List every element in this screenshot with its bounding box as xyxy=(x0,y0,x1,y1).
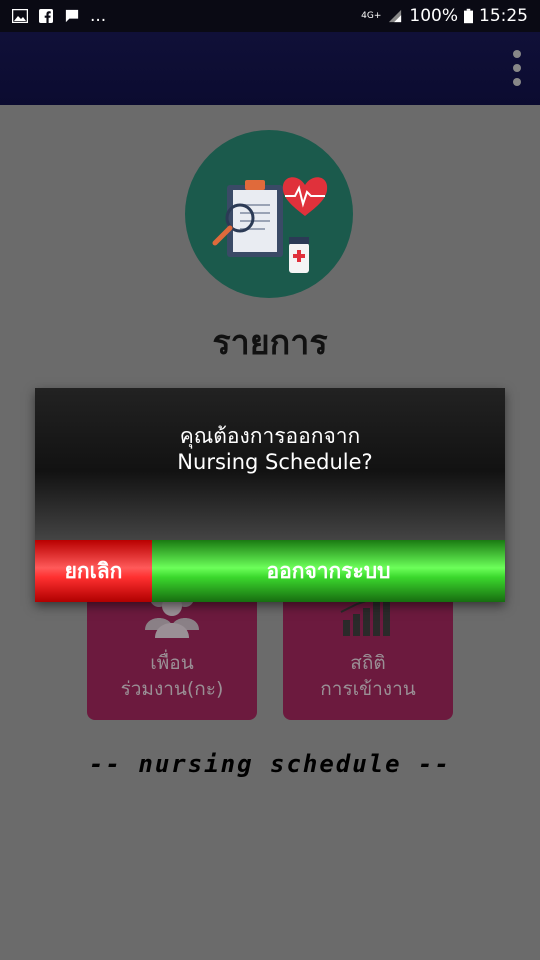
signal-icon xyxy=(389,9,402,23)
tile-label-line1: สถิติ xyxy=(350,652,386,674)
battery-icon xyxy=(464,8,473,24)
more-notifications: ... xyxy=(90,6,107,26)
status-bar: ... 4G+ 100% 15:25 xyxy=(0,0,540,32)
app-bar xyxy=(0,32,540,105)
dialog-message-line2: Nursing Schedule? xyxy=(177,450,373,474)
message-icon xyxy=(65,9,79,23)
app-logo xyxy=(185,130,353,298)
tile-label-line2: ร่วมงาน(กะ) xyxy=(120,678,224,700)
cancel-button[interactable]: ยกเลิก xyxy=(35,540,152,602)
logout-button[interactable]: ออกจากระบบ xyxy=(152,540,505,602)
overflow-menu-icon[interactable] xyxy=(512,50,522,86)
network-type: 4G+ xyxy=(361,10,382,21)
dialog-body: คุณต้องการออกจาก Nursing Schedule? xyxy=(35,388,505,540)
dialog-message-line1: คุณต้องการออกจาก xyxy=(179,424,361,448)
tile-label-line2: การเข้างาน xyxy=(320,678,416,700)
app-footer-text: -- nursing schedule -- xyxy=(89,750,451,778)
medical-clipboard-icon xyxy=(212,177,328,273)
page-title: รายการ xyxy=(212,323,328,363)
logout-confirm-dialog: คุณต้องการออกจาก Nursing Schedule? ยกเลิ… xyxy=(35,388,505,602)
battery-percent: 100% xyxy=(409,6,458,26)
facebook-icon xyxy=(39,9,53,23)
tile-label-line1: เพื่อน xyxy=(150,652,194,674)
clock: 15:25 xyxy=(479,6,528,26)
image-notification-icon xyxy=(12,9,28,23)
